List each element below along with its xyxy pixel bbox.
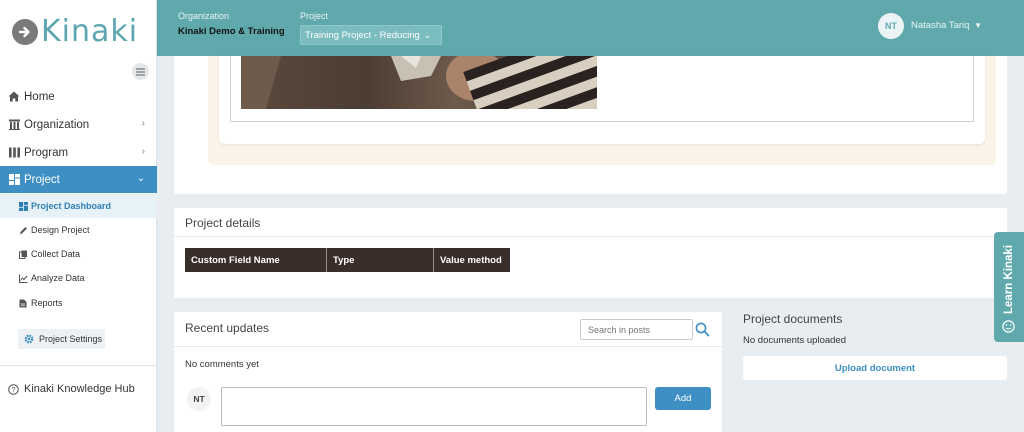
sidebar-item-home[interactable]: Home [0,83,157,110]
file-icon [18,298,28,308]
sidebar-item-label: Project [24,173,60,186]
sidebar-subitem-collect-data[interactable]: Collect Data [0,242,157,266]
column-header: Type [327,248,434,272]
search-posts-input[interactable] [580,319,693,340]
chevron-down-icon: ⌄ [423,29,432,40]
divider [174,346,722,347]
learn-kinaki-label: Learn Kinaki [1003,244,1015,314]
sidebar-subitem-label: Collect Data [31,249,81,259]
home-icon [8,91,20,103]
sidebar: Kinaki Home Organization › Program › Pro… [0,0,157,432]
column-header: Value method [434,248,510,272]
knowledge-hub-label: Kinaki Knowledge Hub [24,383,135,395]
project-details-card: Project details Custom Field Name Type V… [174,208,1007,298]
chevron-right-icon: › [141,118,145,129]
learn-kinaki-tab[interactable]: Learn Kinaki [994,232,1024,342]
logo[interactable]: Kinaki [12,14,138,49]
sidebar-subitem-label: Analyze Data [31,273,85,283]
no-comments-text: No comments yet [185,359,259,370]
sidebar-divider [0,365,157,366]
recent-updates-card: Recent updates No comments yet NT Add [174,312,722,432]
search-icon[interactable] [695,322,710,342]
gear-icon [24,334,34,344]
chevron-down-icon: ⌄ [136,173,145,184]
no-documents-text: No documents uploaded [743,335,846,346]
top-bar: Organization Kinaki Demo & Training Proj… [157,0,1024,56]
project-label: Project [300,11,329,21]
recent-updates-title: Recent updates [185,321,270,335]
sidebar-item-label: Program [24,146,69,159]
avatar: NT [187,387,211,411]
sidebar-item-label: Organization [24,118,90,131]
organization-label: Organization [178,11,230,21]
project-documents-title: Project documents [743,312,843,326]
sidebar-item-project[interactable]: Project ⌄ [0,166,157,193]
arrow-right-circle-icon [12,18,38,45]
program-icon [8,147,20,159]
sidebar-subitem-label: Reports [31,298,63,308]
sidebar-item-label: Home [24,90,55,103]
upload-document-button[interactable]: Upload document [743,356,1007,380]
project-select-value: Training Project - Reducing [305,29,420,41]
logo-text: Kinaki [41,14,139,49]
divider [174,236,1007,237]
line-chart-icon [18,273,28,283]
project-photo [241,56,597,109]
comment-textarea[interactable] [221,387,647,426]
user-avatar[interactable]: NT [878,13,904,39]
sidebar-subitem-design-project[interactable]: Design Project [0,218,157,242]
smiley-icon [1002,320,1015,338]
sidebar-item-program[interactable]: Program › [0,139,157,166]
project-details-title: Project details [185,216,261,230]
pencil-icon [18,225,28,235]
knowledge-hub-link[interactable]: ? Kinaki Knowledge Hub [8,383,135,395]
custom-fields-table-header: Custom Field Name Type Value method [185,248,510,272]
sidebar-subitem-label: Project Dashboard [31,201,112,211]
question-circle-icon: ? [8,383,19,395]
building-icon [8,119,20,131]
project-select[interactable]: Training Project - Reducing ⌄ [300,25,442,45]
organization-name[interactable]: Kinaki Demo & Training [178,26,285,37]
collapse-sidebar-button[interactable] [132,63,149,80]
chevron-right-icon: › [141,146,145,157]
add-comment-button[interactable]: Add [655,387,711,410]
user-name: Natasha Tariq [911,20,970,31]
sidebar-item-organization[interactable]: Organization › [0,111,157,138]
dashboard-icon [8,174,20,186]
menu-icon [136,67,145,76]
project-settings-button[interactable]: Project Settings [18,329,105,349]
column-header: Custom Field Name [185,248,327,272]
sidebar-subitem-reports[interactable]: Reports [0,291,157,315]
svg-text:?: ? [11,385,15,394]
sidebar-subitem-label: Design Project [31,225,90,235]
copy-icon [18,249,28,259]
dashboard-icon [18,201,28,211]
sidebar-subitem-analyze-data[interactable]: Analyze Data [0,266,157,290]
user-menu[interactable]: Natasha Tariq ▼ [911,20,982,31]
project-settings-label: Project Settings [39,334,103,344]
sidebar-subitem-project-dashboard[interactable]: Project Dashboard [0,194,157,218]
caret-down-icon: ▼ [974,21,983,30]
